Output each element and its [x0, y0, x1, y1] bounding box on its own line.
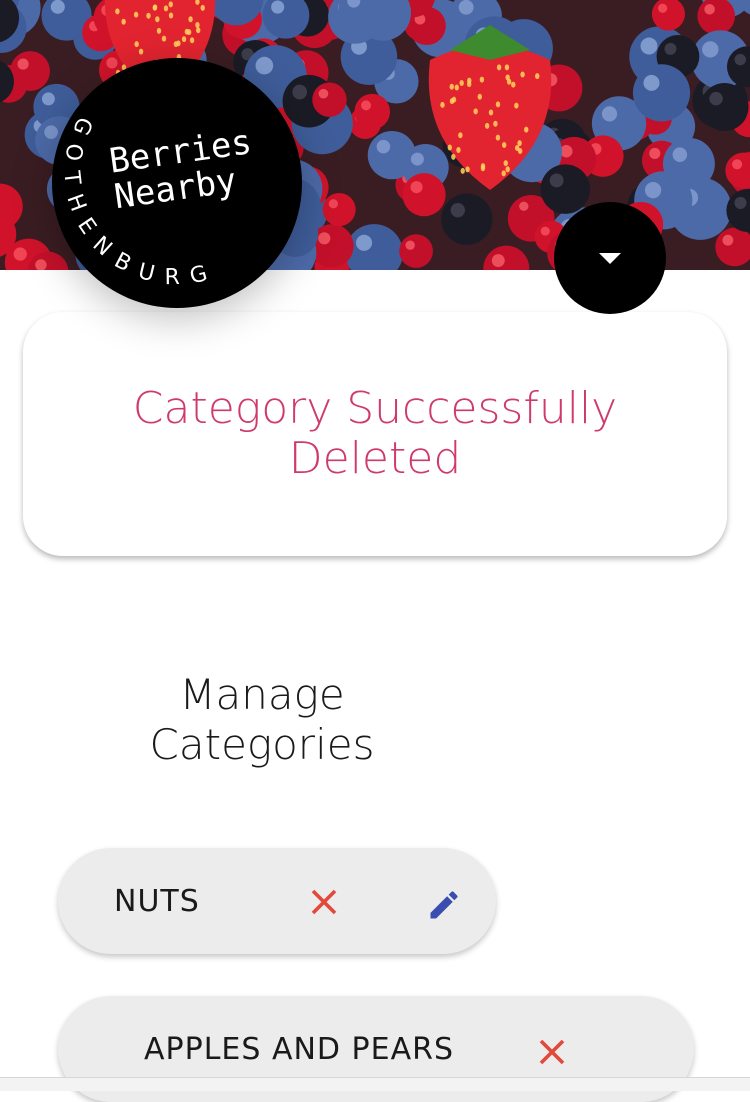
delete-category-button[interactable] [536, 1036, 568, 1072]
close-icon [539, 1039, 565, 1065]
category-label: APPLES AND PEARS [144, 1032, 455, 1067]
success-notice: Category Successfully Deleted [23, 312, 727, 556]
page-title: Manage Categories [149, 670, 375, 769]
pencil-icon [430, 891, 458, 919]
category-label: NUTS [114, 884, 200, 919]
notice-message: Category Successfully Deleted [132, 383, 618, 484]
menu-dropdown-button[interactable] [554, 202, 666, 314]
close-icon [311, 889, 337, 915]
bottom-bar [0, 1077, 750, 1091]
delete-category-button[interactable] [308, 886, 340, 922]
brand-logo[interactable]: GOTHENBURG Berries Nearby [52, 58, 302, 308]
edit-category-button[interactable] [426, 887, 462, 927]
caret-down-icon [599, 252, 621, 264]
category-chip-nuts: NUTS [58, 848, 496, 954]
